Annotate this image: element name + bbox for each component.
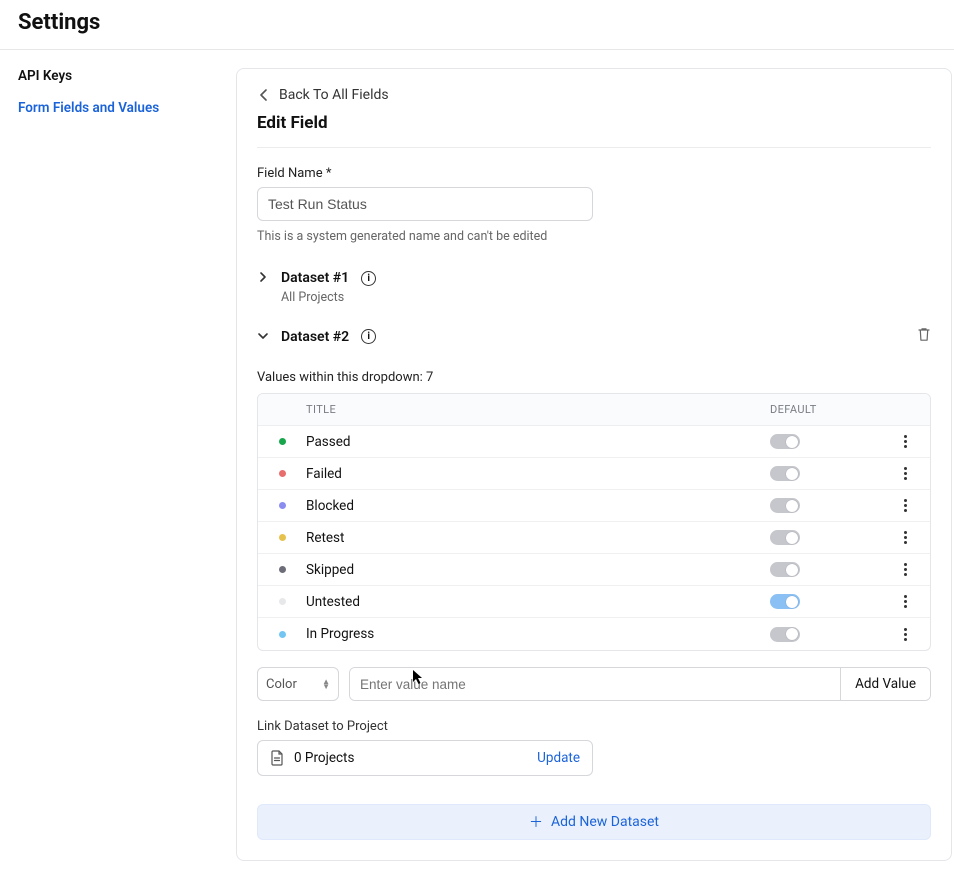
row-title: Retest [306,530,770,546]
add-new-dataset-label: Add New Dataset [551,814,659,830]
row-title: Failed [306,466,770,482]
color-dot [279,534,286,541]
table-row: Untested [258,586,930,618]
row-title: Passed [306,434,770,450]
dataset-2-title: Dataset #2 [281,329,349,345]
row-menu-button[interactable] [900,591,911,612]
dataset-1-header[interactable]: Dataset #1 i [257,270,931,286]
row-menu-button[interactable] [900,431,911,452]
plus-icon: ＋ [529,812,543,832]
col-title-header: TITLE [306,403,770,416]
table-row: In Progress [258,618,930,650]
sidebar: API Keys Form Fields and Values [0,50,236,879]
sidebar-item-api-keys[interactable]: API Keys [18,68,218,84]
table-row: Failed [258,458,930,490]
dataset-1-subtitle: All Projects [281,290,931,305]
field-name-helper: This is a system generated name and can'… [257,229,931,244]
table-row: Blocked [258,490,930,522]
add-value-row: Color ▲▼ Add Value [257,667,931,701]
row-menu-button[interactable] [900,495,911,516]
color-select-label: Color [266,677,297,692]
select-updown-icon: ▲▼ [322,679,330,689]
row-title: In Progress [306,626,770,642]
color-dot [279,470,286,477]
row-title: Blocked [306,498,770,514]
link-dataset-box: 0 Projects Update [257,740,593,776]
add-value-button[interactable]: Add Value [840,668,930,700]
link-dataset-label: Link Dataset to Project [257,719,931,734]
title-divider [257,147,931,148]
color-dot [279,566,286,573]
default-toggle[interactable] [770,434,800,449]
values-table: TITLE DEFAULT Passed Failed Blocked Retest S… [257,393,931,651]
color-dot [279,631,286,638]
main-card: Back To All Fields Edit Field Field Name… [236,68,952,861]
table-row: Skipped [258,554,930,586]
row-menu-button[interactable] [900,527,911,548]
table-row: Retest [258,522,930,554]
dataset-2-header[interactable]: Dataset #2 i [257,327,931,346]
color-dot [279,598,286,605]
field-name-label: Field Name * [257,166,931,181]
page-title: Settings [0,0,954,49]
link-projects-count: 0 Projects [294,750,354,766]
default-toggle[interactable] [770,530,800,545]
chevron-down-icon [257,330,271,344]
color-dot [279,438,286,445]
row-menu-button[interactable] [900,559,911,580]
back-link-label: Back To All Fields [279,87,389,103]
dataset-1-title: Dataset #1 [281,270,349,286]
row-title: Skipped [306,562,770,578]
default-toggle[interactable] [770,466,800,481]
table-row: Passed [258,426,930,458]
row-menu-button[interactable] [900,624,911,645]
chevron-right-icon [257,271,271,285]
edit-field-title: Edit Field [257,113,931,147]
info-icon[interactable]: i [361,329,376,344]
field-name-input [257,187,593,221]
color-dot [279,502,286,509]
value-input-group: Add Value [349,667,931,701]
sidebar-item-form-fields[interactable]: Form Fields and Values [18,100,218,116]
default-toggle[interactable] [770,594,800,609]
default-toggle[interactable] [770,562,800,577]
default-toggle[interactable] [770,627,800,642]
document-icon [270,750,284,766]
back-link[interactable]: Back To All Fields [257,87,931,103]
value-name-input[interactable] [350,668,840,700]
row-title: Untested [306,594,770,610]
values-count-label: Values within this dropdown: 7 [257,370,931,385]
col-default-header: DEFAULT [770,403,880,416]
color-select[interactable]: Color ▲▼ [257,667,339,701]
layout: API Keys Form Fields and Values Back To … [0,50,954,879]
add-new-dataset-button[interactable]: ＋ Add New Dataset [257,804,931,840]
delete-dataset-button[interactable] [917,327,931,346]
values-table-header: TITLE DEFAULT [258,394,930,426]
update-link-button[interactable]: Update [537,750,580,766]
info-icon[interactable]: i [361,271,376,286]
chevron-left-icon [257,88,271,102]
default-toggle[interactable] [770,498,800,513]
row-menu-button[interactable] [900,463,911,484]
